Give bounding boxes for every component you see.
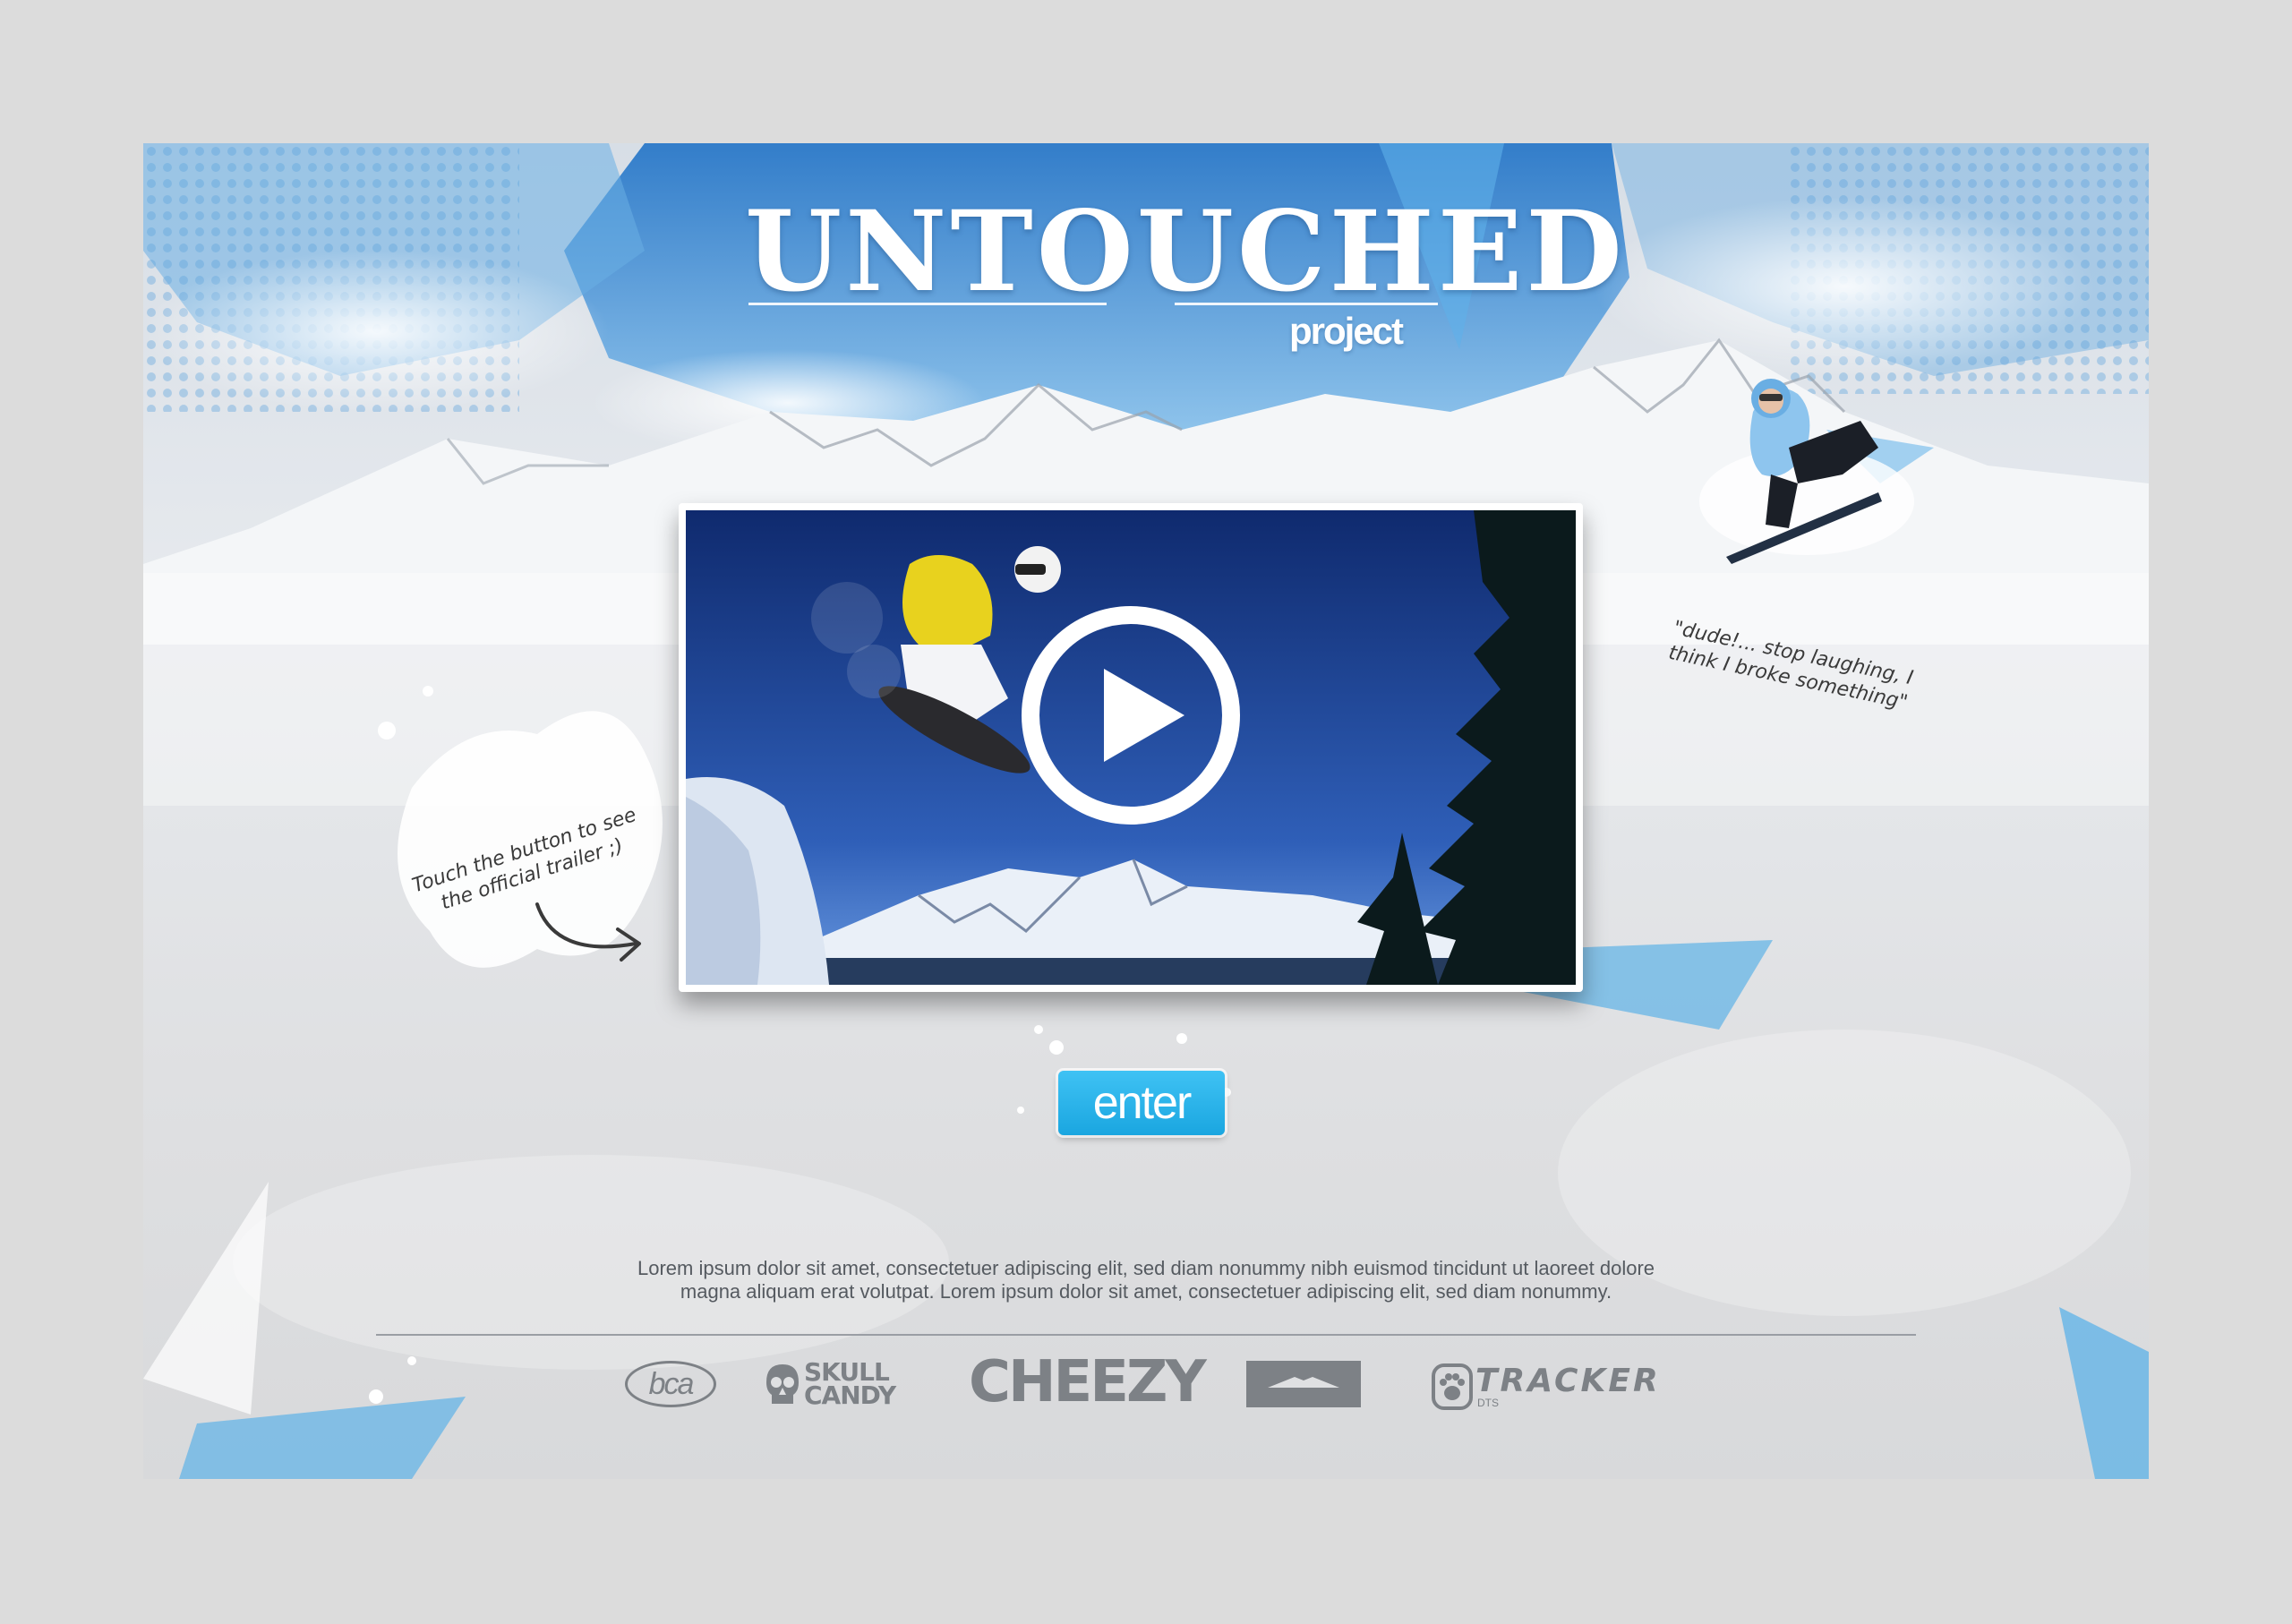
tracker-wordmark: TRACKER <box>1475 1363 1661 1399</box>
tracker-subtext: DTS <box>1477 1397 1499 1409</box>
page-subtitle: project <box>1289 310 1404 352</box>
footer-text-line: magna aliquam erat volutpat. Lorem ipsum… <box>680 1280 1612 1303</box>
trailer-video[interactable] <box>686 510 1576 985</box>
sponsor-logo-skullcandy[interactable]: SKULL CANDY <box>765 1359 926 1411</box>
footer-text-line: Lorem ipsum dolor sit amet, consectetuer… <box>637 1257 1655 1279</box>
sponsor-logo-cheezy[interactable]: CHEEZY <box>969 1352 1207 1413</box>
sponsor-logos: bca SKULL CANDY CHEEZY TRACKER DTS <box>143 1352 2149 1432</box>
sponsor-logo-mountain[interactable] <box>1246 1361 1361 1407</box>
sponsor-logo-bca[interactable]: bca <box>625 1361 716 1407</box>
page-title: UNTOUCHED <box>745 187 1626 317</box>
skullcandy-text-line2: CANDY <box>804 1380 896 1410</box>
paw-icon <box>1432 1363 1473 1410</box>
sponsor-logo-tracker[interactable]: TRACKER DTS <box>1431 1363 1658 1413</box>
play-icon[interactable] <box>1020 604 1242 826</box>
footer-divider <box>376 1334 1916 1336</box>
curved-arrow-icon <box>535 902 641 962</box>
landing-page: UNTOUCHED project Touch the button to se… <box>143 143 2149 1479</box>
enter-button[interactable]: enter <box>1058 1071 1225 1135</box>
snowboarder-illustration <box>1699 379 1914 564</box>
footer-description: Lorem ipsum dolor sit amet, consectetuer… <box>573 1257 1719 1303</box>
title-divider-right <box>1175 303 1438 305</box>
mountain-icon <box>1268 1377 1339 1388</box>
video-frame <box>679 503 1583 992</box>
skull-icon <box>766 1364 799 1404</box>
title-divider-left <box>748 303 1107 305</box>
